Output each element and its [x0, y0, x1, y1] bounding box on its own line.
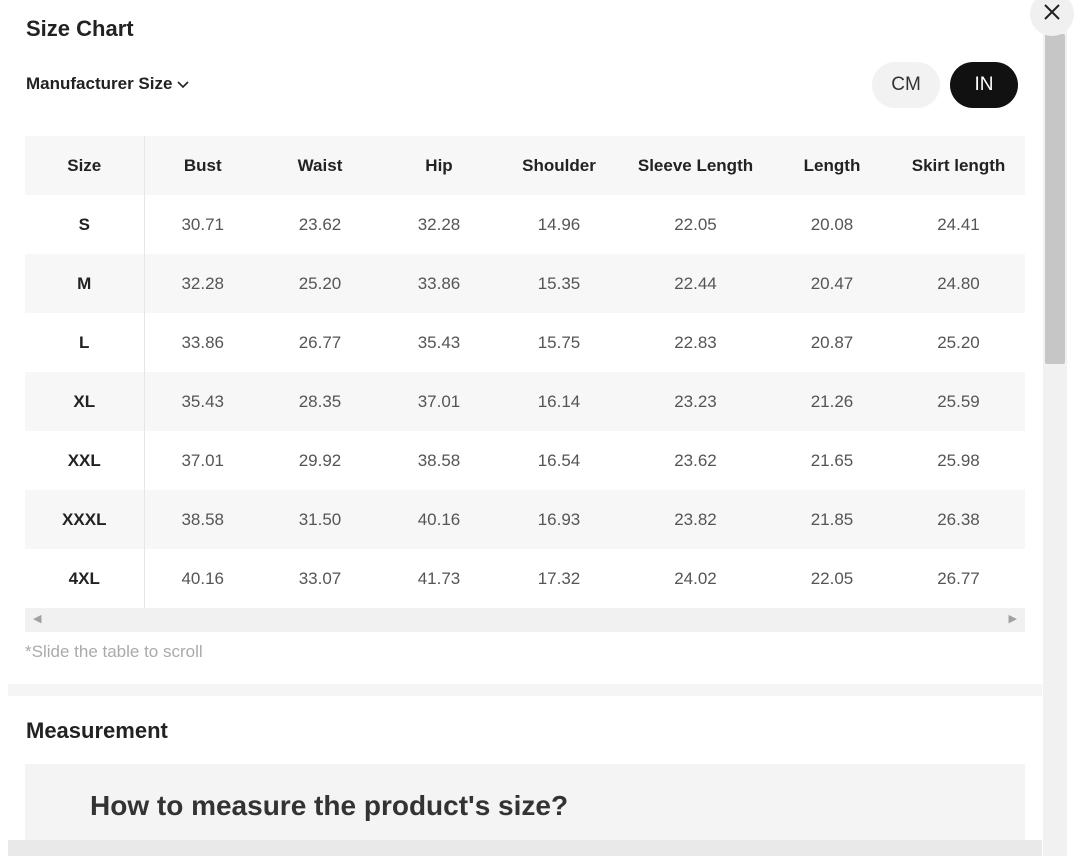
table-cell: 14.96	[537, 214, 581, 234]
table-cell: 32.28	[181, 273, 225, 293]
table-cell: 23.62	[674, 450, 717, 470]
column-header-size: Size	[25, 136, 145, 195]
table-cell: 35.43	[181, 391, 225, 411]
table-cell: 22.05	[674, 214, 717, 234]
table-cell: M	[25, 254, 145, 313]
table-horizontal-scrollbar[interactable]: ◀ ▶	[25, 608, 1025, 632]
table-cell: 37.01	[181, 450, 225, 470]
table-cell: 41.73	[417, 568, 461, 588]
vertical-scrollbar[interactable]	[1043, 30, 1067, 856]
table-cell: 38.58	[181, 509, 225, 529]
table-cell: 24.41	[937, 214, 980, 234]
table-cell: 40.16	[417, 509, 461, 529]
table-cell: S	[25, 195, 145, 254]
table-cell: 25.20	[298, 273, 342, 293]
table-cell: 15.35	[537, 273, 581, 293]
scroll-hint: *Slide the table to scroll	[25, 642, 203, 661]
table-cell: 21.65	[810, 450, 854, 470]
table-cell: L	[25, 313, 145, 372]
table-cell: 21.85	[810, 509, 854, 529]
table-cell: 16.14	[537, 391, 581, 411]
table-cell: 33.07	[298, 568, 342, 588]
table-cell: 25.59	[937, 391, 980, 411]
table-cell: 26.38	[937, 509, 980, 529]
table-row: XL 35.43 28.35 37.01 16.14 23.23 21.26 2…	[25, 372, 1025, 431]
chevron-down-icon	[176, 74, 190, 94]
table-cell: 24.02	[674, 568, 717, 588]
column-header-waist: Waist	[297, 155, 343, 175]
table-cell: 20.87	[810, 332, 854, 352]
manufacturer-size-label: Manufacturer Size	[26, 74, 173, 93]
column-header-skirt-length: Skirt length	[911, 155, 1006, 175]
table-cell: 22.83	[674, 332, 717, 352]
table-cell: 37.01	[417, 391, 461, 411]
arrow-left-icon[interactable]: ◀	[33, 612, 41, 625]
table-row: L 33.86 26.77 35.43 15.75 22.83 20.87 25…	[25, 313, 1025, 372]
measurement-question: How to measure the product's size?	[90, 790, 569, 821]
table-cell: 22.44	[674, 273, 717, 293]
table-row: XXXL 38.58 31.50 40.16 16.93 23.82 21.85…	[25, 490, 1025, 549]
table-cell: 31.50	[298, 509, 342, 529]
table-cell: 23.82	[674, 509, 717, 529]
table-cell: XL	[25, 372, 145, 431]
unit-in-button[interactable]: IN	[950, 62, 1018, 108]
table-row: 4XL 40.16 33.07 41.73 17.32 24.02 22.05 …	[25, 549, 1025, 608]
bottom-strip	[8, 840, 1042, 856]
table-cell: 26.77	[298, 332, 342, 352]
table-cell: 17.32	[537, 568, 581, 588]
column-header-sleeve-length: Sleeve Length	[637, 155, 754, 175]
table-cell: 30.71	[181, 214, 225, 234]
table-cell: 16.93	[537, 509, 581, 529]
table-cell: 22.05	[810, 568, 854, 588]
table-cell: 15.75	[537, 332, 581, 352]
unit-cm-button[interactable]: CM	[872, 62, 940, 108]
table-cell: 32.28	[417, 214, 461, 234]
size-table-container[interactable]: Size Bust Waist Hip Shoulder Sleeve Leng…	[25, 136, 1025, 608]
arrow-right-icon[interactable]: ▶	[1009, 612, 1017, 625]
table-cell: 20.08	[810, 214, 854, 234]
size-chart-modal: Size Chart Manufacturer Size CM IN Size	[0, 0, 1080, 856]
table-cell: 21.26	[810, 391, 854, 411]
column-header-hip: Hip	[425, 155, 453, 175]
close-icon	[1042, 2, 1062, 27]
modal-content[interactable]: Size Chart Manufacturer Size CM IN Size	[8, 0, 1042, 856]
table-cell: 23.62	[298, 214, 342, 234]
table-cell: 4XL	[25, 549, 145, 608]
table-cell: 16.54	[537, 450, 581, 470]
table-cell: 29.92	[298, 450, 342, 470]
table-cell: 38.58	[417, 450, 461, 470]
column-header-bust: Bust	[183, 155, 222, 175]
table-header-row: Size Bust Waist Hip Shoulder Sleeve Leng…	[25, 136, 1025, 195]
measurement-title: Measurement	[26, 718, 168, 743]
unit-toggle: CM IN	[872, 62, 1018, 108]
scrollbar-thumb[interactable]	[1045, 34, 1065, 364]
table-cell: 40.16	[181, 568, 225, 588]
table-cell: XXL	[25, 431, 145, 490]
manufacturer-size-dropdown[interactable]: Manufacturer Size	[26, 74, 190, 94]
table-cell: 20.47	[810, 273, 854, 293]
table-row: XXL 37.01 29.92 38.58 16.54 23.62 21.65 …	[25, 431, 1025, 490]
table-cell: 28.35	[298, 391, 342, 411]
size-table: Size Bust Waist Hip Shoulder Sleeve Leng…	[25, 136, 1025, 608]
close-button[interactable]	[1030, 0, 1074, 36]
table-row: S 30.71 23.62 32.28 14.96 22.05 20.08 24…	[25, 195, 1025, 254]
table-cell: 23.23	[674, 391, 717, 411]
column-header-shoulder: Shoulder	[522, 155, 596, 175]
page-title: Size Chart	[26, 16, 134, 41]
table-cell: 26.77	[937, 568, 980, 588]
table-cell: 35.43	[417, 332, 461, 352]
table-cell: 33.86	[181, 332, 225, 352]
table-cell: 24.80	[937, 273, 980, 293]
table-cell: 25.98	[937, 450, 980, 470]
table-cell: 25.20	[937, 332, 980, 352]
table-cell: XXXL	[25, 490, 145, 549]
table-row: M 32.28 25.20 33.86 15.35 22.44 20.47 24…	[25, 254, 1025, 313]
column-header-length: Length	[803, 155, 861, 175]
table-cell: 33.86	[417, 273, 461, 293]
section-divider	[8, 684, 1042, 696]
